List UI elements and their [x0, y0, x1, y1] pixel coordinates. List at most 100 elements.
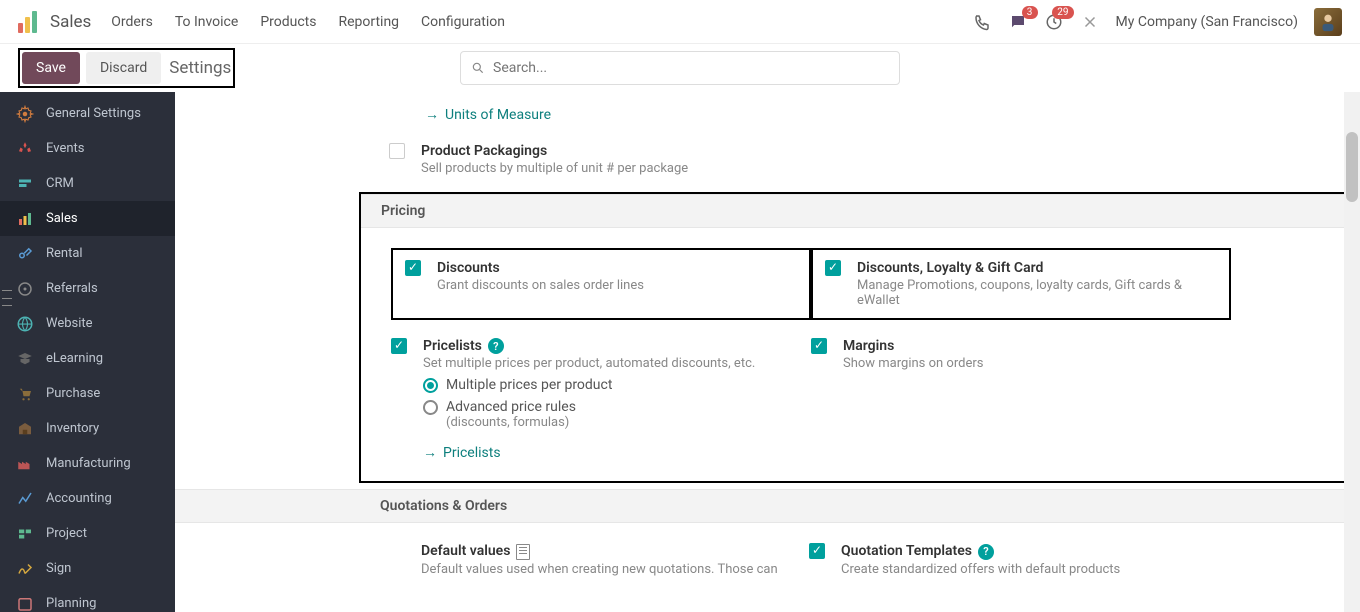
pricelists-checkbox[interactable] — [391, 338, 407, 354]
chat-icon[interactable]: 3 — [1008, 12, 1028, 32]
phone-icon[interactable] — [972, 12, 992, 32]
info-icon[interactable]: ? — [978, 544, 994, 560]
save-button[interactable]: Save — [22, 52, 80, 84]
document-icon[interactable] — [516, 544, 530, 560]
sidebar-item-purchase[interactable]: Purchase — [0, 376, 175, 411]
sidebar-item-planning[interactable]: Planning — [0, 586, 175, 612]
scrollbar-thumb[interactable] — [1346, 132, 1358, 202]
app-logo-icon — [18, 11, 40, 33]
quotation-templates-checkbox[interactable] — [809, 543, 825, 559]
avatar[interactable] — [1314, 8, 1342, 36]
topmenu-orders[interactable]: Orders — [111, 14, 153, 30]
referrals-icon — [16, 280, 34, 298]
company-selector[interactable]: My Company (San Francisco) — [1116, 14, 1298, 30]
activity-badge: 29 — [1052, 6, 1073, 19]
margins-checkbox[interactable] — [811, 338, 827, 354]
margins-desc: Show margins on orders — [843, 356, 983, 371]
rental-icon — [16, 245, 34, 263]
topmenu: Orders To Invoice Products Reporting Con… — [111, 14, 505, 30]
pricelists-title: Pricelists? — [423, 338, 755, 354]
discounts-title: Discounts — [437, 260, 644, 276]
resize-handle-left[interactable] — [2, 290, 12, 306]
pricelists-desc: Set multiple prices per product, automat… — [423, 356, 755, 371]
radio-advanced-rules[interactable]: Advanced price rules — [423, 399, 755, 415]
sidebar-item-inventory[interactable]: Inventory — [0, 411, 175, 446]
content-area: Units of Measure Product Packagings Sell… — [175, 92, 1360, 612]
sales-icon — [16, 210, 34, 228]
accounting-icon — [16, 490, 34, 508]
activity-icon[interactable]: 29 — [1044, 12, 1064, 32]
sidebar-item-project[interactable]: Project — [0, 516, 175, 551]
pricing-section-header: Pricing — [361, 194, 1346, 228]
pricing-section-highlight: Pricing Discounts Grant discounts on sal… — [359, 192, 1348, 483]
purchase-icon — [16, 385, 34, 403]
sidebar-item-rental[interactable]: Rental — [0, 236, 175, 271]
pricelists-link[interactable]: Pricelists — [423, 444, 755, 461]
tools-icon[interactable] — [1080, 12, 1100, 32]
search-input[interactable] — [493, 60, 889, 76]
margins-title: Margins — [843, 338, 983, 354]
sidebar-item-sales[interactable]: Sales — [0, 201, 175, 236]
subbar-actions-box: Save Discard Settings — [18, 48, 235, 88]
sidebar-item-label: Inventory — [46, 421, 99, 436]
sidebar-item-label: Rental — [46, 246, 83, 261]
loyalty-title: Discounts, Loyalty & Gift Card — [857, 260, 1217, 276]
loyalty-desc: Manage Promotions, coupons, loyalty card… — [857, 278, 1217, 308]
sidebar-item-accounting[interactable]: Accounting — [0, 481, 175, 516]
topmenu-configuration[interactable]: Configuration — [421, 14, 505, 30]
gear-icon — [16, 105, 34, 123]
sidebar-item-referrals[interactable]: Referrals — [0, 271, 175, 306]
sidebar-item-label: Accounting — [46, 491, 112, 506]
topbar: Sales Orders To Invoice Products Reporti… — [0, 0, 1360, 44]
subbar: Save Discard Settings — [0, 44, 1360, 92]
radio-multiple-prices[interactable]: Multiple prices per product — [423, 377, 755, 393]
project-icon — [16, 525, 34, 543]
elearning-icon — [16, 350, 34, 368]
sidebar-item-website[interactable]: Website — [0, 306, 175, 341]
product-packagings-checkbox[interactable] — [389, 143, 405, 159]
product-packagings-desc: Sell products by multiple of unit # per … — [421, 161, 688, 176]
loyalty-checkbox[interactable] — [825, 260, 841, 276]
discard-button[interactable]: Discard — [86, 52, 161, 84]
sidebar-item-label: Purchase — [46, 386, 100, 401]
search-box[interactable] — [460, 51, 900, 85]
sidebar-item-label: Website — [46, 316, 93, 331]
scrollbar[interactable] — [1344, 92, 1360, 612]
events-icon — [16, 140, 34, 158]
app-title[interactable]: Sales — [50, 12, 91, 32]
sidebar-item-events[interactable]: Events — [0, 131, 175, 166]
discounts-checkbox[interactable] — [405, 260, 421, 276]
inventory-icon — [16, 420, 34, 438]
discounts-highlight: Discounts Grant discounts on sales order… — [391, 248, 811, 320]
sidebar-item-label: Project — [46, 526, 87, 541]
quotation-templates-title: Quotation Templates? — [841, 543, 1120, 559]
product-packagings-title: Product Packagings — [421, 143, 688, 159]
sidebar-item-label: Planning — [46, 596, 96, 611]
crm-icon — [16, 175, 34, 193]
topmenu-toinvoice[interactable]: To Invoice — [175, 14, 239, 30]
chat-badge: 3 — [1022, 6, 1038, 19]
sidebar-item-label: CRM — [46, 176, 74, 191]
sidebar-item-label: Sales — [46, 211, 78, 226]
discounts-desc: Grant discounts on sales order lines — [437, 278, 644, 293]
sidebar-item-label: Manufacturing — [46, 456, 131, 471]
sidebar-item-manufacturing[interactable]: Manufacturing — [0, 446, 175, 481]
sidebar-item-crm[interactable]: CRM — [0, 166, 175, 201]
quotation-templates-desc: Create standardized offers with default … — [841, 562, 1120, 577]
topmenu-products[interactable]: Products — [260, 14, 316, 30]
sidebar-item-label: Referrals — [46, 281, 98, 296]
settings-sidebar: General Settings Events CRM Sales Rental Refe… — [0, 92, 175, 612]
radio-advanced-rules-sub: (discounts, formulas) — [446, 415, 755, 430]
sidebar-item-label: eLearning — [46, 351, 103, 366]
default-values-title: Default values — [421, 543, 778, 559]
sidebar-item-label: General Settings — [46, 106, 141, 121]
sidebar-item-sign[interactable]: Sign — [0, 551, 175, 586]
sidebar-item-label: Events — [46, 141, 84, 156]
quotations-section-header: Quotations & Orders — [175, 489, 1360, 523]
info-icon[interactable]: ? — [488, 338, 504, 354]
planning-icon — [16, 595, 34, 612]
topmenu-reporting[interactable]: Reporting — [338, 14, 399, 30]
sidebar-item-elearning[interactable]: eLearning — [0, 341, 175, 376]
sidebar-item-general-settings[interactable]: General Settings — [0, 96, 175, 131]
uom-link[interactable]: Units of Measure — [425, 106, 1360, 123]
